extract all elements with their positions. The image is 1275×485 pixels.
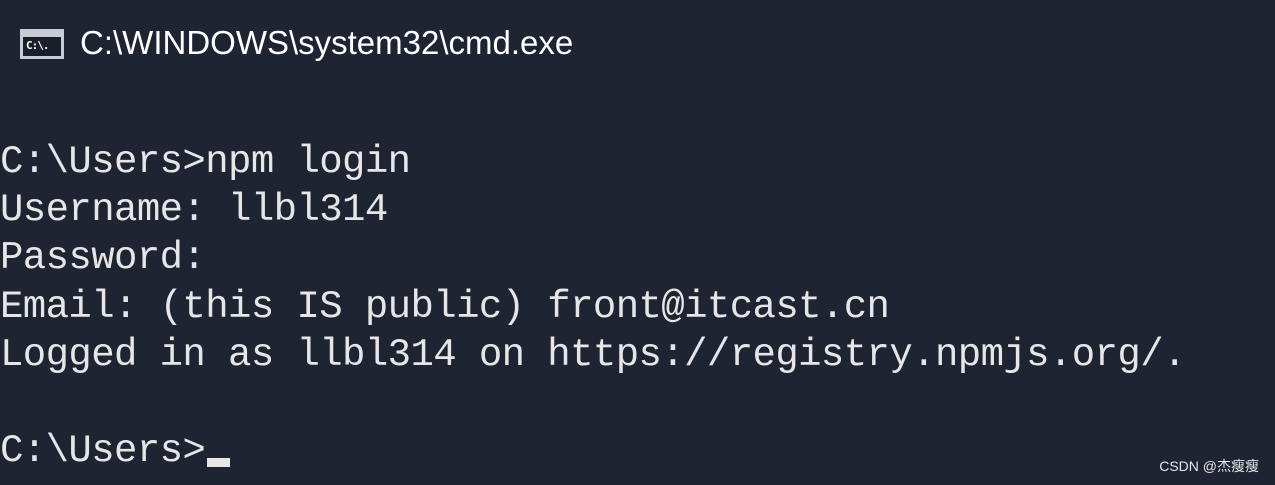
console-line-logged-in: Logged in as llbl314 on https://registry…: [0, 332, 1186, 377]
watermark: CSDN @杰瘦瘦: [1159, 458, 1259, 474]
console-line-password: Password:: [0, 236, 206, 281]
console-prompt-line[interactable]: C:\Users>: [0, 427, 1275, 475]
console-line-email: Email: (this IS public) front@itcast.cn: [0, 284, 890, 329]
cmd-icon-label: C:\.: [26, 39, 49, 52]
text-cursor: [207, 458, 231, 468]
console-line-blank: [0, 379, 1275, 427]
title-bar[interactable]: C:\. C:\WINDOWS\system32\cmd.exe: [0, 0, 1275, 86]
console-output[interactable]: C:\Users>npm login Username: llbl314 Pas…: [0, 138, 1275, 475]
cmd-app-icon: C:\.: [20, 29, 64, 59]
console-prompt: C:\Users>: [0, 429, 206, 474]
cmd-window: C:\. C:\WINDOWS\system32\cmd.exe C:\User…: [0, 0, 1275, 485]
window-title: C:\WINDOWS\system32\cmd.exe: [80, 24, 574, 61]
console-line-username: Username: llbl314: [0, 188, 388, 233]
console-line-command: C:\Users>npm login: [0, 140, 411, 184]
